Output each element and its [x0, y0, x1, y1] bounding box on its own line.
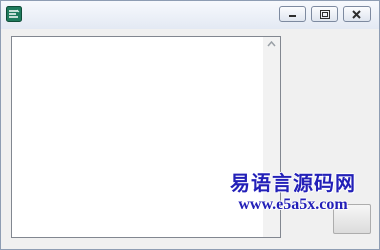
watermark: 易语言源码网 www.e5a5x.com [209, 171, 377, 215]
watermark-url: www.e5a5x.com [238, 196, 348, 213]
minimize-icon [289, 15, 296, 17]
maximize-icon [320, 10, 330, 19]
close-button[interactable] [343, 6, 371, 22]
app-icon[interactable] [6, 6, 22, 22]
watermark-title: 易语言源码网 [230, 171, 356, 195]
app-window: 易语言源码网 www.e5a5x.com [0, 0, 380, 250]
minimize-button[interactable] [279, 6, 306, 22]
close-icon [352, 10, 361, 19]
scroll-up-arrow-icon[interactable] [267, 41, 276, 47]
title-bar[interactable] [1, 1, 379, 29]
client-area [1, 29, 379, 249]
maximize-button[interactable] [311, 6, 338, 22]
